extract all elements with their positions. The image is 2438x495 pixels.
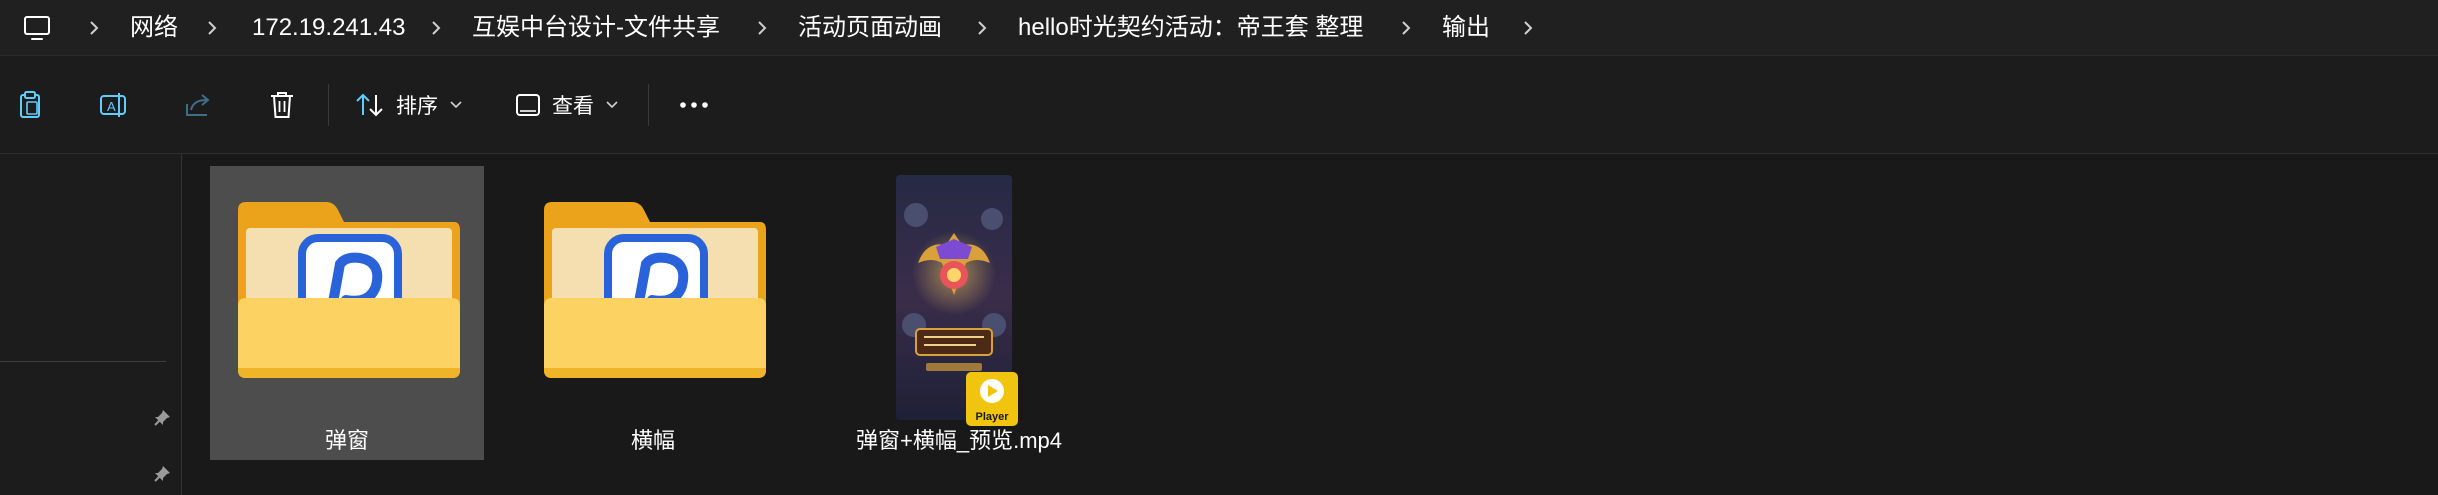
sort-icon [356,93,383,117]
file-name: 横幅 [630,428,675,453]
sort-label: 排序 [396,95,438,118]
paste-icon[interactable] [2,56,58,154]
file-item-folder[interactable]: 横幅 [516,166,790,460]
toolbar-divider [328,84,329,126]
breadcrumb-item-activity-animation[interactable]: 活动页面动画 [798,0,942,56]
rename-icon[interactable]: A [86,56,142,154]
view-label: 查看 [552,95,594,118]
chevron-down-icon [450,101,462,109]
player-badge: Player [966,372,1018,426]
more-icon[interactable] [666,56,722,154]
delete-icon[interactable] [254,56,310,154]
file-name: 弹窗+横幅_预览.mp4 [856,428,1062,453]
chevron-down-icon [606,101,618,109]
pin-icon[interactable] [152,464,172,484]
toolbar-divider [648,84,649,126]
breadcrumb-item-network[interactable]: 网络 [130,0,178,56]
folder-icon [544,202,766,378]
breadcrumb-item-host[interactable]: 172.19.241.43 [252,0,405,56]
breadcrumb-item-share[interactable]: 互娱中台设计-文件共享 [472,0,720,56]
file-name: 弹窗 [324,428,369,453]
share-icon[interactable] [170,56,226,154]
breadcrumb-item-output[interactable]: 输出 [1442,0,1490,56]
svg-text:A: A [107,99,116,114]
address-bar[interactable]: 网络 172.19.241.43 互娱中台设计-文件共享 活动页面动画 hell… [0,0,2438,56]
view-icon [516,94,540,116]
navigation-pane[interactable] [0,154,182,495]
nav-divider [0,361,166,362]
sort-button[interactable]: 排序 [354,56,462,154]
play-icon [980,379,1004,403]
breadcrumb-item-hello-event[interactable]: hello时光契约活动：帝王套 整理 [1018,0,1363,56]
player-badge-label: Player [975,411,1009,423]
pin-icon[interactable] [152,408,172,428]
computer-icon[interactable] [22,13,52,43]
file-item-folder[interactable]: 弹窗 [210,166,484,460]
view-button[interactable]: 查看 [514,56,618,154]
folder-icon [238,202,460,378]
command-bar: A 排序 查看 [0,56,2438,154]
